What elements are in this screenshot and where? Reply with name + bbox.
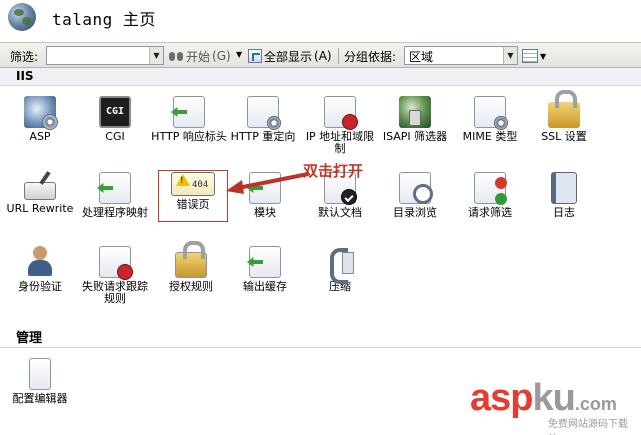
mime-types-icon [474,96,508,130]
feature-mime-types[interactable]: MIME 类型 [452,96,528,143]
feature-directory-browsing[interactable]: 目录浏览 [377,172,453,219]
start-dropdown-icon[interactable]: ▼ [236,50,242,59]
isapi-filter-icon [399,96,431,128]
directory-browsing-icon [399,172,433,204]
chevron-down-icon[interactable]: ▼ [149,47,163,64]
feature-compression[interactable]: 压缩 [302,246,378,293]
feature-authorization-rules[interactable]: 授权规则 [153,241,229,293]
feature-http-redirect[interactable]: HTTP 重定向 [225,96,301,143]
asp-globe-icon [24,96,58,130]
feature-authentication[interactable]: 身份验证 [2,246,78,293]
double-click-annotation: 双击打开 [303,162,364,180]
group-by-label: 分组依据: [344,50,397,64]
output-caching-icon [249,246,281,278]
feature-failed-request-tracing[interactable]: 失败请求跟踪规则 [77,246,153,305]
handler-mappings-icon [99,172,131,204]
cgi-terminal-icon: CGI [99,96,131,128]
response-headers-icon [173,96,205,128]
authorization-lock-icon [175,241,207,278]
server-globe-icon [8,3,36,31]
feature-ip-domain-restrictions[interactable]: IP 地址和域限制 [302,96,378,155]
log-book-icon [551,172,577,204]
compression-clamp-icon [324,246,356,284]
view-list-icon [522,49,538,63]
filter-toolbar: 筛选: ▼ 开始 (G) ▼ 全部显示 (A) 分组依据: 区域 ▼ ▼ [0,42,641,68]
start-button[interactable]: 开始 (G) [168,47,231,65]
show-all-icon [248,49,262,63]
feature-output-caching[interactable]: 输出缓存 [227,246,303,293]
page-title: talang 主页 [52,10,156,29]
feature-ssl-settings[interactable]: SSL 设置 [526,90,602,143]
feature-isapi-filters[interactable]: ISAPI 筛选器 [377,96,453,143]
feature-configuration-editor[interactable]: 配置编辑器 [2,358,78,405]
redirect-icon [247,96,281,130]
ip-restrictions-icon [324,96,358,130]
toolbar-separator [338,48,339,64]
section-header-iis: IIS [0,68,641,86]
feature-handler-mappings[interactable]: 处理程序映射 [77,172,153,219]
feature-request-filtering[interactable]: 请求筛选 [452,172,528,219]
annotation-arrow-icon [226,172,309,194]
request-filtering-icon [474,172,507,205]
filter-input[interactable]: ▼ [46,46,164,65]
lock-icon [548,90,580,128]
feature-http-response-headers[interactable]: HTTP 响应标头 [151,96,227,143]
binoculars-icon [168,50,184,62]
config-editor-icon [29,358,51,390]
feature-logging[interactable]: 日志 [526,172,602,219]
show-all-button[interactable]: 全部显示 (A) [248,47,332,65]
user-icon [24,246,56,278]
feature-cgi[interactable]: CGI CGI [77,96,153,143]
view-button[interactable]: ▼ [522,47,546,65]
group-by-select[interactable]: 区域 ▼ [404,46,518,65]
error-pages-highlight-box [158,170,228,222]
chevron-down-icon: ▼ [540,51,547,61]
chevron-down-icon[interactable]: ▼ [503,47,517,64]
feature-asp[interactable]: ASP [2,96,78,143]
section-header-management: 管理 [0,330,641,348]
filter-label: 筛选: [10,50,39,64]
failed-request-icon [99,246,133,280]
page-header: talang 主页 [0,0,641,40]
url-rewrite-icon [24,182,56,200]
aspku-watermark-logo: aspku.com 免费网站源码下载站 [470,377,628,435]
feature-url-rewrite[interactable]: URL Rewrite [2,172,78,215]
